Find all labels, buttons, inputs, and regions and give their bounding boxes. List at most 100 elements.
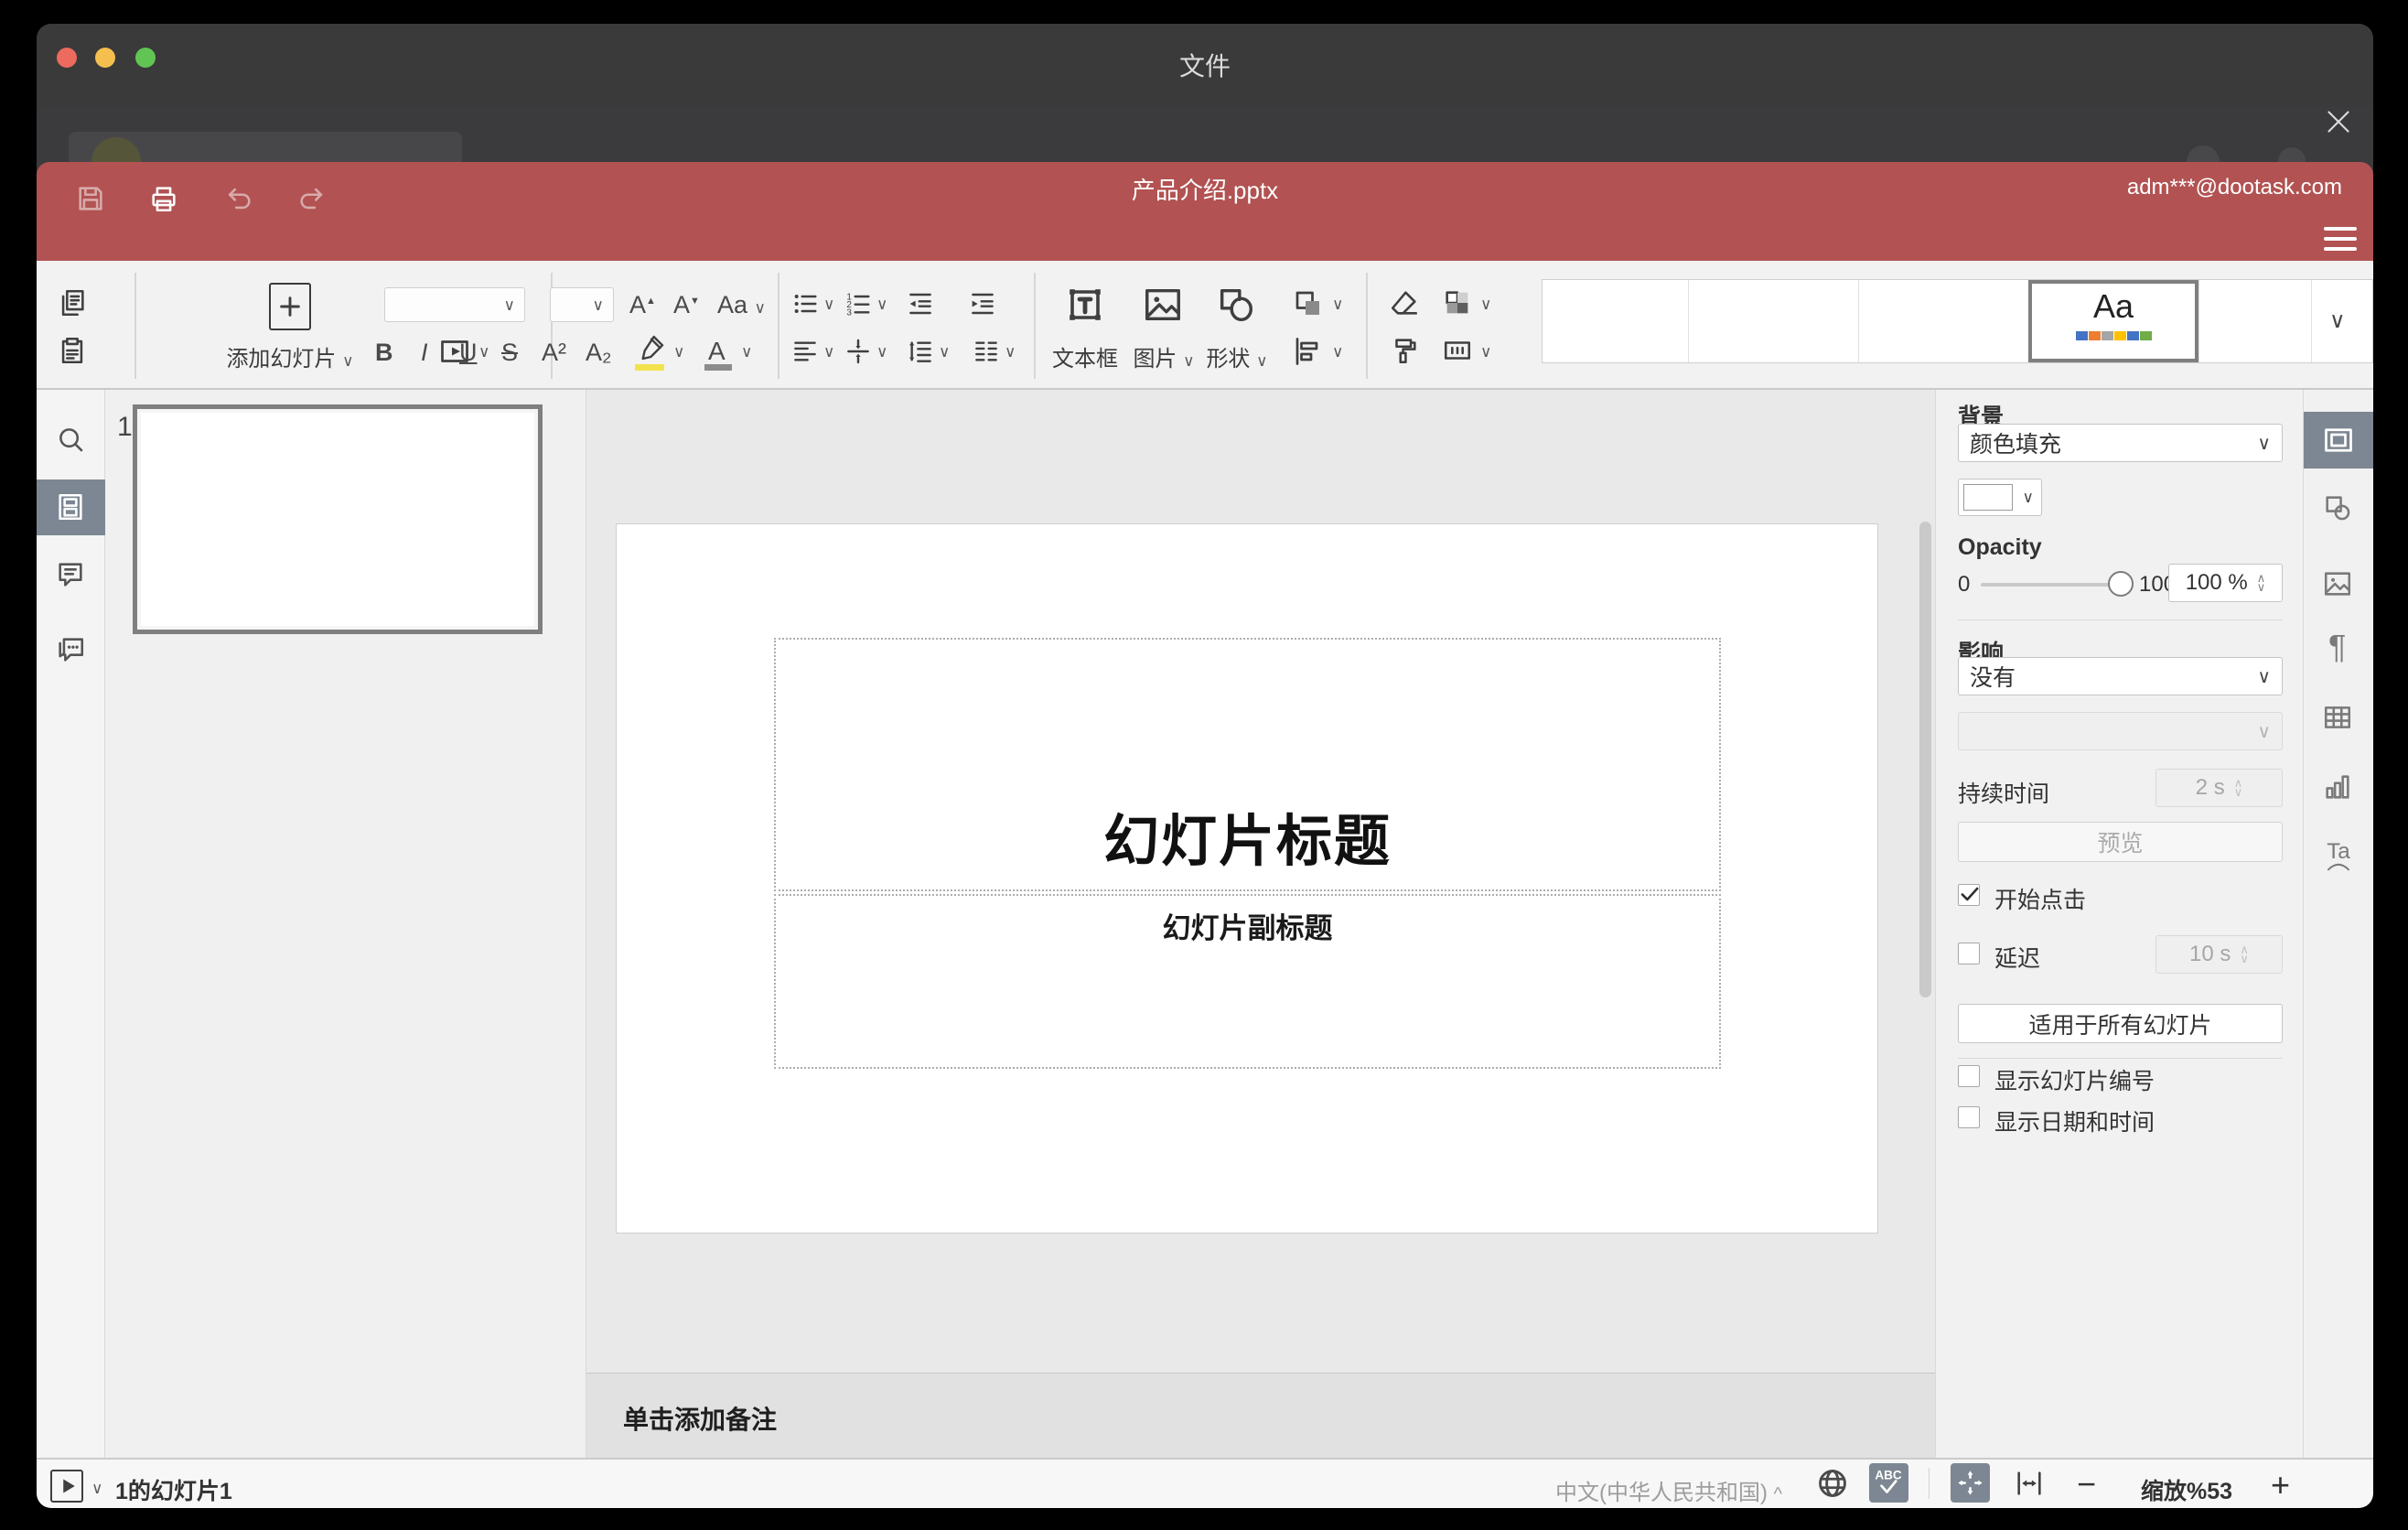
highlight-color-icon[interactable] [637,333,666,362]
font-name-input[interactable]: ∨ [384,287,525,322]
search-icon[interactable] [55,424,86,455]
gallery-expand-chevron-icon[interactable]: ∨ [2329,307,2346,334]
fit-to-slide-button[interactable] [1951,1463,1990,1503]
theme-item-blank[interactable] [1858,280,2028,362]
shape-icon[interactable] [1215,284,1257,326]
text-box-icon[interactable] [1063,283,1107,327]
add-slide-button[interactable] [269,283,311,330]
theme-item-selected[interactable]: Aa [2028,280,2198,362]
chevron-down-icon[interactable]: ∨ [478,344,489,360]
columns-icon[interactable] [972,337,1001,366]
theme-item-blank[interactable] [2198,280,2311,362]
slide-area[interactable]: 幻灯片标题 幻灯片副标题 [616,523,1878,1234]
theme-item-blank[interactable] [1543,280,1688,362]
start-slideshow-button[interactable] [50,1470,83,1503]
text-art-settings-icon[interactable]: Ta [2320,836,2357,877]
image-icon[interactable] [1142,284,1184,326]
notes-area[interactable]: 单击添加备注 [586,1373,1935,1458]
chevron-down-icon[interactable]: ∨ [1480,344,1491,360]
duration-spinner[interactable]: 2 s ∧ ∨ [2155,769,2283,807]
numbering-icon[interactable]: 123 [844,289,873,318]
show-slide-number-checkbox[interactable] [1958,1065,1980,1087]
close-icon[interactable] [2322,105,2355,138]
font-size-input[interactable]: ∨ [550,287,614,322]
chevron-down-icon[interactable]: ∨ [823,344,834,360]
effect-variant-select[interactable]: ∨ [1958,712,2283,750]
clear-style-icon[interactable] [1389,287,1420,318]
chevron-down-icon[interactable]: ∨ [1332,344,1343,360]
zoom-out-button[interactable]: − [2077,1465,2096,1503]
bold-button[interactable]: B [375,339,393,367]
chevron-down-icon[interactable]: ∨ [91,1481,102,1496]
change-case-button[interactable]: Aa ∨ [717,291,766,319]
add-slide-label[interactable]: 添加幻灯片 ∨ [208,340,372,372]
copy-icon[interactable] [57,287,88,318]
opacity-slider-track[interactable] [1981,583,2120,587]
copy-style-icon[interactable] [1389,335,1420,366]
underline-button[interactable]: U [459,339,478,367]
table-settings-icon[interactable] [2322,702,2353,733]
line-spacing-icon[interactable] [906,337,935,366]
document-language-globe-icon[interactable] [1815,1466,1850,1501]
italic-button[interactable]: I [421,339,428,367]
vertical-align-icon[interactable] [844,337,873,366]
slide-subtitle-placeholder[interactable]: 幻灯片副标题 [774,894,1721,1069]
decrease-indent-icon[interactable] [906,289,935,318]
image-label[interactable]: 图片 ∨ [1122,340,1206,372]
bullets-icon[interactable] [790,289,820,318]
effect-select[interactable]: 没有 ∨ [1958,657,2283,695]
chevron-down-icon[interactable]: ∨ [823,296,834,312]
theme-item-blank[interactable] [1688,280,1858,362]
language-selector[interactable]: 中文(中华人民共和国) ^ [1555,1474,1782,1506]
shape-label[interactable]: 形状 ∨ [1195,340,1279,372]
sidebar-item-slide-settings[interactable] [2304,412,2373,469]
fit-to-width-icon[interactable] [2013,1468,2046,1499]
color-scheme-icon[interactable] [1442,287,1473,318]
slide-thumbnail-selected[interactable] [133,404,543,634]
opacity-slider-knob[interactable] [2108,571,2134,597]
subscript-button[interactable]: A₂ [586,339,612,367]
decrease-font-size-button[interactable]: A▼ [673,291,700,319]
align-objects-icon[interactable] [1292,335,1325,368]
apply-to-all-slides-button[interactable]: 适用于所有幻灯片 [1958,1004,2283,1043]
font-color-button[interactable]: A [708,337,726,366]
chart-settings-icon[interactable] [2322,771,2353,803]
chat-icon[interactable] [55,634,86,665]
chevron-down-icon[interactable]: ∨ [1005,344,1016,360]
paste-icon[interactable] [57,335,88,366]
superscript-button[interactable]: A² [542,339,566,367]
opacity-spinner[interactable]: 100 % ∧ ∨ [2168,564,2283,602]
increase-font-size-button[interactable]: A▲ [629,291,656,319]
fill-color-picker[interactable]: ∨ [1958,479,2042,516]
slide-settings-icon [2325,428,2352,452]
text-box-label[interactable]: 文本框 [1048,340,1122,372]
strikeout-button[interactable]: S [501,339,518,367]
start-on-click-checkbox[interactable] [1958,884,1980,906]
delay-checkbox[interactable] [1958,943,1980,964]
spell-check-button[interactable]: ABC [1869,1463,1908,1503]
canvas-scrollbar[interactable] [1919,522,1931,997]
slide-title-placeholder[interactable]: 幻灯片标题 [774,638,1721,891]
sidebar-item-slides[interactable] [37,479,105,535]
chevron-down-icon[interactable]: ∨ [876,296,887,312]
shape-settings-icon[interactable] [2322,492,2353,523]
chevron-down-icon[interactable]: ∨ [1480,296,1491,312]
chevron-down-icon[interactable]: ∨ [939,344,950,360]
chevron-down-icon[interactable]: ∨ [741,344,752,360]
increase-indent-icon[interactable] [968,289,997,318]
show-date-time-checkbox[interactable] [1958,1106,1980,1128]
zoom-in-button[interactable]: + [2271,1466,2290,1504]
chevron-down-icon[interactable]: ∨ [673,344,684,360]
delay-spinner[interactable]: 10 s ∧ ∨ [2155,935,2283,974]
arrange-order-icon[interactable] [1292,287,1325,320]
chevron-down-icon[interactable]: ∨ [876,344,887,360]
image-settings-icon[interactable] [2322,568,2353,599]
slide-size-icon[interactable] [1442,335,1473,366]
fill-type-select[interactable]: 颜色填充 ∨ [1958,424,2283,462]
paragraph-settings-icon[interactable]: ¶ [2328,628,2346,666]
preview-button[interactable]: 预览 [1958,822,2283,862]
chevron-down-icon[interactable]: ∨ [1332,296,1343,312]
comments-icon[interactable] [55,559,86,590]
menu-hamburger-icon[interactable] [2324,227,2357,251]
horizontal-align-icon[interactable] [790,337,820,366]
